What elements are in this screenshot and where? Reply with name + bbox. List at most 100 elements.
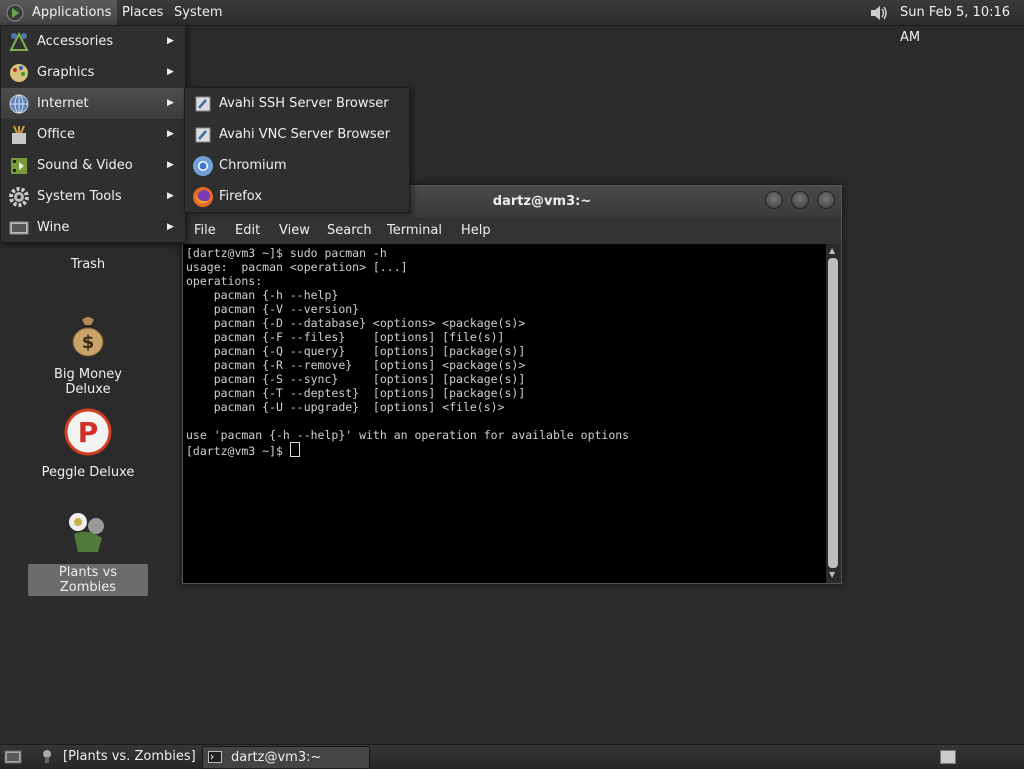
terminal-line: operations: [186, 274, 263, 288]
menu-item-avahi-vnc[interactable]: Avahi VNC Server Browser [185, 119, 409, 150]
submenu-arrow-icon: ▶ [167, 191, 174, 201]
system-menu-button[interactable]: System [168, 0, 228, 25]
office-icon [12, 125, 26, 144]
submenu-arrow-icon: ▶ [167, 98, 174, 108]
menu-item-sound-video[interactable]: Sound & Video ▶ [1, 150, 185, 181]
taskbar-item-terminal[interactable]: dartz@vm3:~ [202, 746, 370, 769]
terminal-cursor [289, 442, 300, 457]
close-button[interactable] [817, 191, 835, 209]
taskbar-item-label: [Plants vs. Zombies] [63, 749, 196, 764]
graphics-icon [10, 64, 28, 82]
desktop-icon-label: Big Money Deluxe [53, 367, 122, 397]
terminal-line: pacman {-Q --query} [options] [package(s… [186, 344, 526, 358]
menu-item-label: Accessories [37, 34, 114, 49]
applications-menu-button[interactable]: Applications [0, 0, 118, 25]
taskbar-item-label: dartz@vm3:~ [231, 750, 322, 765]
desktop-icon-label: Plants vs Zombies [28, 564, 148, 596]
money-bag-icon: $ [72, 317, 104, 357]
menu-edit[interactable]: Edit [235, 217, 260, 244]
menu-item-label: Avahi VNC Server Browser [219, 127, 391, 142]
chromium-icon [193, 156, 213, 176]
firefox-icon [193, 187, 213, 207]
menu-item-avahi-ssh[interactable]: Avahi SSH Server Browser [185, 88, 409, 119]
submenu-arrow-icon: ▶ [167, 129, 174, 139]
terminal-menubar: File Edit View Search Terminal Help [183, 217, 841, 244]
gear-icon [9, 187, 29, 207]
menu-item-label: Sound & Video [37, 158, 133, 173]
taskbar-item-plants-vs-zombies[interactable]: [Plants vs. Zombies] [36, 746, 198, 767]
menu-search[interactable]: Search [327, 217, 372, 244]
terminal-line: pacman {-V --version} [186, 302, 360, 316]
menu-item-label: Wine [37, 220, 70, 235]
menu-item-label: Chromium [219, 158, 287, 173]
terminal-line: pacman {-T --deptest} [options] [package… [186, 386, 526, 400]
menu-item-accessories[interactable]: Accessories ▶ [1, 26, 185, 57]
desktop-icon-plants-vs-zombies[interactable]: Plants vs Zombies [28, 508, 148, 596]
globe-icon [9, 94, 29, 114]
menu-item-wine[interactable]: Wine ▶ [1, 212, 185, 243]
scroll-up-arrow-icon[interactable]: ▲ [829, 246, 835, 255]
workspace-switcher[interactable] [940, 750, 956, 764]
terminal-line: pacman {-h --help} [186, 288, 339, 302]
applications-menu: Accessories ▶ Graphics ▶ Internet ▶ Offi… [0, 25, 186, 243]
menu-file[interactable]: File [194, 217, 216, 244]
submenu-arrow-icon: ▶ [167, 160, 174, 170]
menu-item-firefox[interactable]: Firefox [185, 181, 409, 212]
terminal-line: usage: pacman <operation> [...] [186, 260, 408, 274]
svg-text:P: P [78, 416, 99, 449]
terminal-line: [dartz@vm3 ~]$ [186, 444, 290, 458]
terminal-window: dartz@vm3:~ File Edit View Search Termin… [182, 185, 842, 584]
speaker-icon[interactable] [868, 3, 890, 23]
peggle-icon: P [64, 408, 112, 456]
menu-view[interactable]: View [279, 217, 310, 244]
menu-item-label: System Tools [37, 189, 122, 204]
terminal-text: [dartz@vm3 ~]$ sudo pacman -h usage: pac… [183, 244, 826, 460]
submenu-arrow-icon: ▶ [167, 222, 174, 232]
clock[interactable]: Sun Feb 5, 10:16 AM [900, 0, 1024, 45]
maximize-button[interactable] [791, 191, 809, 209]
menu-item-system-tools[interactable]: System Tools ▶ [1, 181, 185, 212]
plant-icon [43, 750, 51, 763]
bottom-panel: [Plants vs. Zombies] dartz@vm3:~ [0, 744, 1024, 769]
terminal-line: pacman {-D --database} <options> <packag… [186, 316, 526, 330]
desktop-icon-label: Trash [70, 257, 106, 272]
applications-logo-icon [6, 4, 24, 21]
terminal-scrollbar[interactable]: ▲ ▼ [826, 244, 841, 583]
scroll-thumb[interactable] [828, 258, 838, 568]
network-icon [195, 127, 211, 143]
wine-icon [9, 221, 29, 235]
accessories-icon [9, 31, 29, 51]
minimize-button[interactable] [765, 191, 783, 209]
submenu-arrow-icon: ▶ [167, 67, 174, 77]
menu-item-label: Graphics [37, 65, 95, 80]
menu-help[interactable]: Help [461, 217, 491, 244]
menu-terminal[interactable]: Terminal [387, 217, 442, 244]
terminal-line: pacman {-S --sync} [options] [package(s)… [186, 372, 526, 386]
terminal-output[interactable]: [dartz@vm3 ~]$ sudo pacman -h usage: pac… [183, 244, 826, 583]
terminal-line: [dartz@vm3 ~]$ sudo pacman -h [186, 246, 387, 260]
terminal-line: pacman {-R --remove} [options] <package(… [186, 358, 526, 372]
places-menu-button[interactable]: Places [116, 0, 169, 25]
menu-item-label: Firefox [219, 189, 263, 204]
menu-item-label: Office [37, 127, 75, 142]
terminal-line: use 'pacman {-h --help}' with an operati… [186, 428, 630, 442]
terminal-line: pacman {-F --files} [options] [file(s)] [186, 330, 505, 344]
applications-label: Applications [32, 5, 112, 20]
svg-text:$: $ [82, 332, 95, 353]
menu-item-graphics[interactable]: Graphics ▶ [1, 57, 185, 88]
menu-item-internet[interactable]: Internet ▶ [1, 88, 185, 119]
internet-submenu: Avahi SSH Server Browser Avahi VNC Serve… [184, 87, 410, 213]
menu-item-chromium[interactable]: Chromium [185, 150, 409, 181]
scroll-down-arrow-icon[interactable]: ▼ [829, 570, 835, 579]
desktop-icon-peggle[interactable]: P Peggle Deluxe [28, 408, 148, 481]
submenu-arrow-icon: ▶ [167, 36, 174, 46]
top-panel: Applications Places System Sun Feb 5, 10… [0, 0, 1024, 45]
terminal-line: pacman {-U --upgrade} [options] <file(s)… [186, 400, 505, 414]
media-icon [11, 158, 27, 174]
plant-icon [69, 513, 104, 552]
menu-item-office[interactable]: Office ▶ [1, 119, 185, 150]
desktop-icon-big-money[interactable]: $ Big Money Deluxe [28, 310, 148, 398]
menu-item-label: Internet [37, 96, 89, 111]
show-desktop-icon[interactable] [4, 748, 22, 766]
network-icon [195, 96, 211, 112]
